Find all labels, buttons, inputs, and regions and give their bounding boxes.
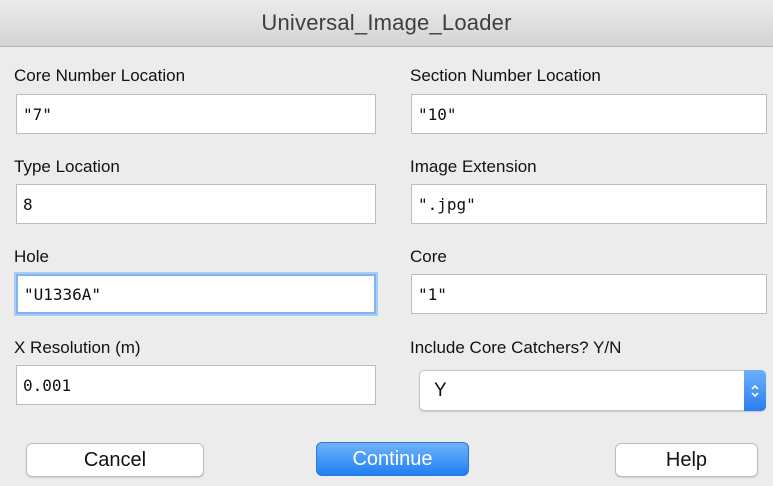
section-number-location-label: Section Number Location [410, 66, 601, 85]
include-core-catchers-value: Y [434, 380, 447, 401]
title-bar[interactable]: Universal_Image_Loader [0, 0, 773, 47]
core-number-location-label: Core Number Location [14, 66, 186, 85]
type-location-input[interactable] [16, 184, 376, 224]
chevron-up-down-icon[interactable] [744, 370, 766, 411]
core-input[interactable] [411, 274, 767, 314]
hole-label: Hole [14, 247, 49, 266]
window-title: Universal_Image_Loader [261, 10, 512, 35]
x-resolution-input[interactable] [16, 365, 376, 405]
type-location-label: Type Location [14, 157, 120, 176]
section-number-location-input[interactable] [411, 94, 767, 134]
include-core-catchers-label: Include Core Catchers? Y/N [410, 338, 622, 357]
image-extension-label: Image Extension [410, 157, 537, 176]
continue-button[interactable]: Continue [316, 442, 469, 476]
x-resolution-label: X Resolution (m) [14, 338, 141, 357]
cancel-button[interactable]: Cancel [26, 443, 204, 477]
help-button[interactable]: Help [615, 443, 758, 477]
core-label: Core [410, 247, 447, 266]
image-extension-input[interactable] [411, 184, 767, 224]
core-number-location-input[interactable] [16, 94, 376, 134]
include-core-catchers-select[interactable]: Y [419, 370, 766, 411]
hole-input[interactable] [16, 274, 376, 314]
universal-image-loader-dialog: Universal_Image_Loader Core Number Locat… [0, 0, 773, 486]
